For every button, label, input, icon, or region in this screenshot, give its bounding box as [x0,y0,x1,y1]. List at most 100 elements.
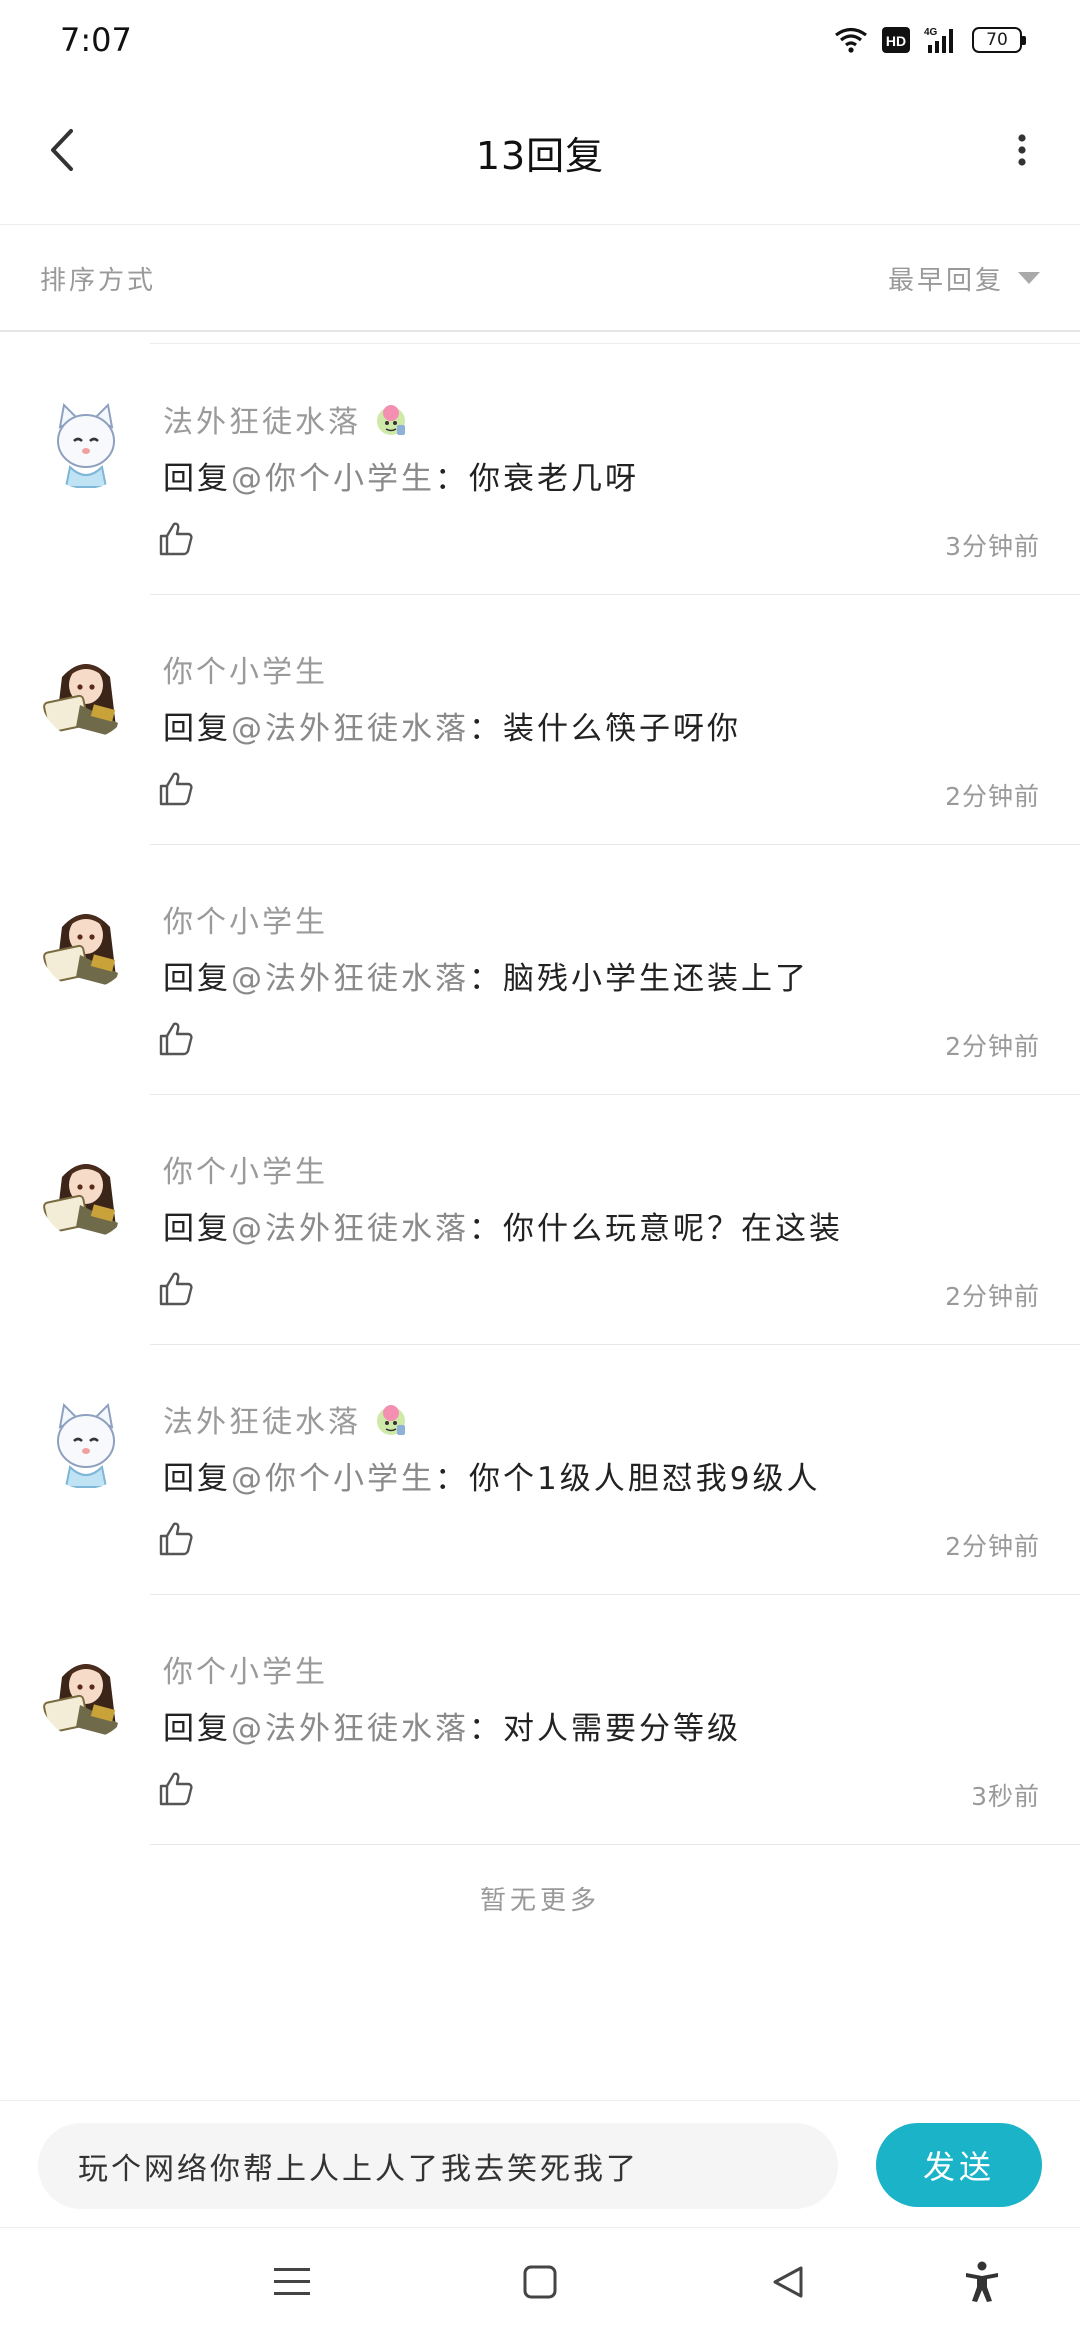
comment-item: 你个小学生 回复@法外狂徒水落：对人需要分等级 3秒前 [0,1595,1080,1845]
like-button[interactable] [155,1770,197,1812]
comment-text: 回复@你个小学生：你个1级人胆怼我9级人 [163,1453,820,1498]
comment-username-row[interactable]: 你个小学生 [163,1647,328,1691]
caret-down-icon [1018,272,1040,284]
thumbs-up-icon [158,1271,194,1311]
thumbs-up-icon [158,771,194,811]
more-vertical-icon [1017,133,1027,171]
comment-username-row[interactable]: 法外狂徒水落 [163,397,409,441]
reply-body: ：你衰老几呀 [435,461,639,497]
comment-item: 你个小学生 回复@法外狂徒水落：脑残小学生还装上了 2分钟前 [0,845,1080,1095]
like-button[interactable] [155,520,197,562]
comment-username[interactable]: 你个小学生 [163,647,328,691]
network-label: 4G [924,27,938,38]
comment-item: 你个小学生 回复@法外狂徒水落：你什么玩意呢？在这装 2分钟前 [0,1095,1080,1345]
thumbs-up-icon [158,1521,194,1561]
comment-item: 法外狂徒水落 回复@你个小学生：你个1级人胆怼我9级人 2分钟前 [0,1345,1080,1595]
user-badge-icon [373,1401,409,1437]
reply-body: ：对人需要分等级 [469,1711,741,1747]
comment-timestamp: 2分钟前 [945,1032,1040,1061]
system-nav-bar [0,2228,1080,2340]
reply-composer: 发送 [0,2100,1080,2228]
comment-item: 法外狂徒水落 回复@你个小学生：你衰老几呀 3分钟前 [0,345,1080,595]
reply-prefix: 回复 [163,1211,231,1247]
comment-username-row[interactable]: 你个小学生 [163,897,328,941]
thumbs-up-icon [158,1771,194,1811]
reply-body: ：你什么玩意呢？在这装 [469,1211,843,1247]
sort-dropdown[interactable]: 最早回复 [888,260,1040,297]
hd-label: HD [886,33,906,49]
like-button[interactable] [155,770,197,812]
accessibility-icon [964,2261,1000,2307]
menu-lines-icon [272,2265,312,2303]
comment-username[interactable]: 法外狂徒水落 [163,1397,361,1441]
reply-body: ：脑残小学生还装上了 [469,961,809,997]
row-divider [150,1844,1080,1845]
comment-username-row[interactable]: 法外狂徒水落 [163,1397,409,1441]
comment-timestamp: 2分钟前 [945,1282,1040,1311]
reply-prefix: 回复 [163,1461,231,1497]
comment-list: 法外狂徒水落 回复@你个小学生：你衰老几呀 3分钟前 你个小学生 回复@法外狂徒… [0,345,1080,1845]
home-button[interactable] [514,2258,566,2310]
title-bar: 13回复 [0,80,1080,225]
comment-timestamp: 3分钟前 [945,532,1040,561]
reply-mention[interactable]: @你个小学生 [231,1461,435,1497]
home-square-icon [522,2264,558,2304]
recents-button[interactable] [266,2258,318,2310]
comment-text: 回复@法外狂徒水落：你什么玩意呢？在这装 [163,1203,843,1248]
send-button[interactable]: 发送 [876,2123,1042,2207]
comment-username[interactable]: 你个小学生 [163,897,328,941]
no-more-label: 暂无更多 [479,1886,600,1916]
user-badge-icon [373,401,409,437]
status-icons: HD 4G 70 [834,25,1026,55]
avatar-dark-hair-girl[interactable] [40,1147,132,1239]
avatar-white-cat[interactable] [40,397,132,489]
comment-username[interactable]: 你个小学生 [163,1147,328,1191]
hd-icon: HD [882,27,910,53]
sort-bar: 排序方式 最早回复 [0,226,1080,332]
reply-mention[interactable]: @你个小学生 [231,461,435,497]
more-button[interactable] [992,122,1052,182]
comment-text: 回复@法外狂徒水落：脑残小学生还装上了 [163,953,809,998]
comment-timestamp: 2分钟前 [945,1532,1040,1561]
avatar-white-cat[interactable] [40,1397,132,1489]
comment-text: 回复@你个小学生：你衰老几呀 [163,453,639,498]
comment-username-row[interactable]: 你个小学生 [163,1147,328,1191]
comment-username-row[interactable]: 你个小学生 [163,647,328,691]
accessibility-button[interactable] [956,2258,1008,2310]
like-button[interactable] [155,1020,197,1062]
reply-input[interactable] [38,2123,838,2209]
reply-prefix: 回复 [163,961,231,997]
back-nav-button[interactable] [762,2258,814,2310]
page-title: 13回复 [475,133,605,178]
reply-prefix: 回复 [163,1711,231,1747]
back-button[interactable] [32,122,92,182]
comment-text: 回复@法外狂徒水落：装什么筷子呀你 [163,703,741,748]
comment-timestamp: 3秒前 [971,1782,1040,1811]
comment-timestamp: 2分钟前 [945,782,1040,811]
reply-mention[interactable]: @法外狂徒水落 [231,1211,469,1247]
comment-username[interactable]: 你个小学生 [163,1647,328,1691]
wifi-icon [834,27,868,53]
reply-body: ：装什么筷子呀你 [469,711,741,747]
back-triangle-icon [770,2264,806,2304]
reply-mention[interactable]: @法外狂徒水落 [231,961,469,997]
reply-mention[interactable]: @法外狂徒水落 [231,711,469,747]
like-button[interactable] [155,1270,197,1312]
thumbs-up-icon [158,1021,194,1061]
status-time: 7:07 [60,21,132,59]
status-bar: 7:07 HD 4G 70 [0,0,1080,80]
avatar-dark-hair-girl[interactable] [40,1647,132,1739]
signal-icon: 4G [924,25,958,55]
like-button[interactable] [155,1520,197,1562]
sort-label: 排序方式 [40,265,157,296]
reply-body: ：你个1级人胆怼我9级人 [435,1461,821,1497]
comment-item: 你个小学生 回复@法外狂徒水落：装什么筷子呀你 2分钟前 [0,595,1080,845]
avatar-dark-hair-girl[interactable] [40,647,132,739]
comment-text: 回复@法外狂徒水落：对人需要分等级 [163,1703,741,1748]
reply-mention[interactable]: @法外狂徒水落 [231,1711,469,1747]
reply-prefix: 回复 [163,461,231,497]
chevron-left-icon [47,127,77,177]
comment-username[interactable]: 法外狂徒水落 [163,397,361,441]
avatar-dark-hair-girl[interactable] [40,897,132,989]
sort-selected-value: 最早回复 [887,265,1004,296]
